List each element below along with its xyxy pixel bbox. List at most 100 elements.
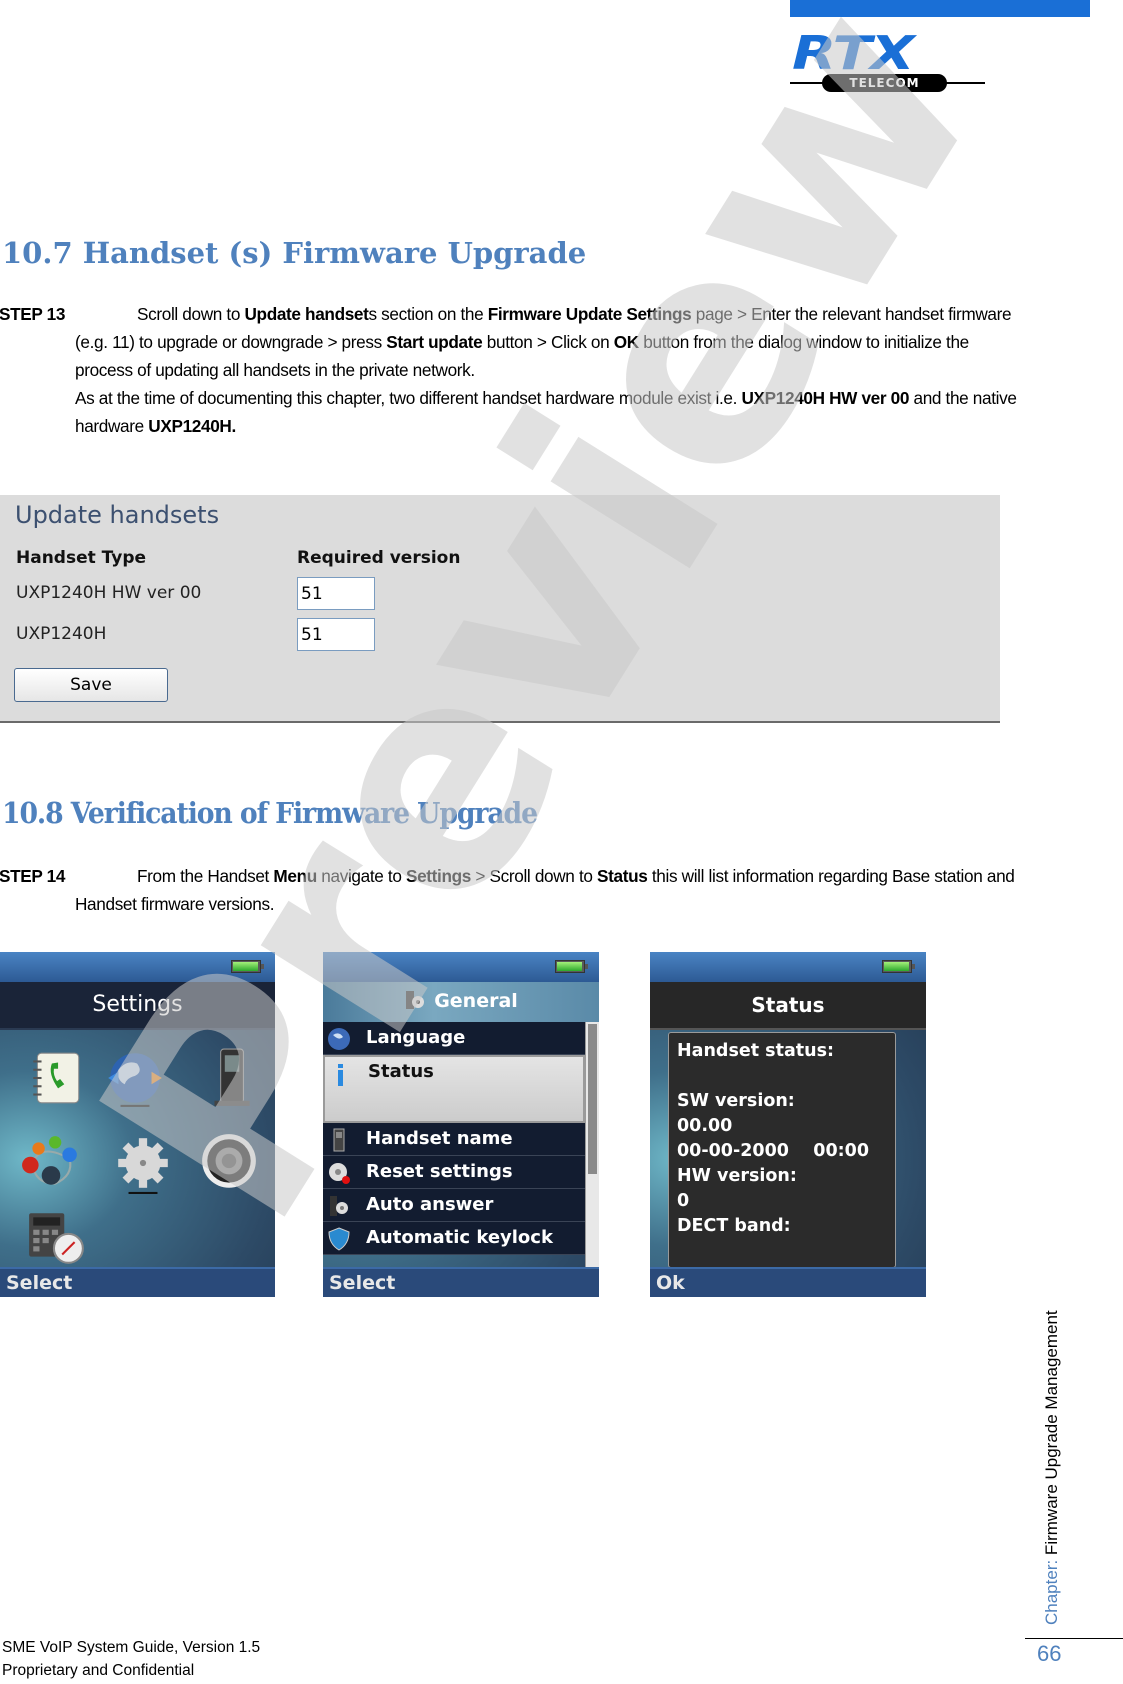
page-footer: SME VoIP System Guide, Version 1.5 Propr… <box>2 1636 260 1682</box>
softkey-ok[interactable]: Ok <box>650 1267 926 1297</box>
status-line <box>677 1064 887 1089</box>
menu-item-handset-name[interactable]: Handset name <box>323 1123 585 1156</box>
column-header-handset-type: Handset Type <box>16 548 147 568</box>
bold-term: Update handset <box>244 304 369 324</box>
section-heading-10-8: 10.8 Verification of Firmware Upgrade <box>2 796 538 830</box>
screen-title: Status <box>650 982 926 1030</box>
text-run: s section on the <box>368 304 488 324</box>
handset-icon <box>333 1128 345 1152</box>
menu-item-reset-settings[interactable]: Reset settings <box>323 1156 585 1189</box>
menu-item-status[interactable]: Status <box>323 1055 585 1123</box>
gear-icon[interactable] <box>112 1132 174 1194</box>
phone-screen-settings: Settings Select <box>0 952 275 1297</box>
general-settings-icon <box>404 986 426 1009</box>
logo-telecom-text: TELECOM <box>822 74 947 92</box>
status-line: DECT band: <box>677 1216 791 1236</box>
battery-level <box>884 962 909 971</box>
menu-item-language[interactable]: Language <box>323 1022 585 1055</box>
save-button[interactable]: Save <box>14 668 168 702</box>
column-header-required-version: Required version <box>297 548 461 568</box>
bold-term: Menu <box>273 866 317 886</box>
handset-status-box: Handset status: SW version: 00.00 00-00-… <box>668 1032 896 1268</box>
battery-icon <box>231 960 264 973</box>
panel-title: Update handsets <box>15 501 220 529</box>
menu-scrollbar[interactable] <box>585 1022 599 1268</box>
step-note: As at the time of documenting this chapt… <box>75 384 1017 440</box>
auto-answer-icon <box>330 1196 348 1216</box>
status-bar <box>323 952 599 982</box>
step-13: STEP 13 Scroll down to Update handsets se… <box>0 300 1017 440</box>
phone-screen-general: General Language Status Handset name Res… <box>323 952 599 1297</box>
text-run: button > Click on <box>482 332 614 352</box>
step-label: STEP 13 <box>0 304 66 324</box>
softkey-select[interactable]: Select <box>0 1267 275 1297</box>
chapter-key: Chapter: <box>1042 1555 1061 1625</box>
text-run: > Scroll down to <box>470 866 597 886</box>
battery-level <box>557 962 582 971</box>
step-14: STEP 14 From the Handset Menu navigate to… <box>0 862 1017 918</box>
footer-doc-title: SME VoIP System Guide, Version 1.5 <box>2 1639 261 1656</box>
menu-item-label: Auto answer <box>366 1194 494 1215</box>
menu-item-label: Automatic keylock <box>366 1227 553 1248</box>
step-text: Scroll down to Update handsets section o… <box>75 304 1012 380</box>
softkey-select[interactable]: Select <box>323 1267 599 1297</box>
page-number-rule <box>1025 1638 1123 1639</box>
bold-term: UXP1240H. <box>148 416 236 436</box>
footer-confidential: Proprietary and Confidential <box>2 1662 195 1679</box>
status-line: 00.00 <box>677 1116 733 1136</box>
screen-title: General <box>323 982 599 1022</box>
bold-term: Settings <box>405 866 471 886</box>
shield-icon <box>328 1227 350 1251</box>
speaker-icon[interactable] <box>198 1132 260 1194</box>
text-run: From the Handset <box>137 866 274 886</box>
menu-item-auto-answer[interactable]: Auto answer <box>323 1189 585 1222</box>
calculator-timer-icon[interactable] <box>25 1207 87 1269</box>
bold-term: Status <box>597 866 648 886</box>
step-label: STEP 14 <box>0 866 66 886</box>
battery-level <box>233 962 258 971</box>
required-version-input[interactable] <box>297 618 375 651</box>
status-bar <box>650 952 926 982</box>
scrollbar-thumb[interactable] <box>588 1024 597 1174</box>
general-menu: Language Status Handset name Reset setti… <box>323 1022 585 1255</box>
bold-term: OK <box>613 332 639 352</box>
globe-icon <box>328 1028 350 1050</box>
status-bar <box>0 952 275 982</box>
required-version-input[interactable] <box>297 577 375 610</box>
network-icon[interactable] <box>20 1132 82 1194</box>
status-line: HW version: <box>677 1166 797 1186</box>
chapter-title: Firmware Upgrade Management <box>1042 1310 1061 1556</box>
menu-item-label: Handset name <box>366 1128 513 1149</box>
text-run: navigate to <box>316 866 406 886</box>
bold-term: UXP1240H HW ver 00 <box>741 388 910 408</box>
phone-screen-status: Status Handset status: SW version: 00.00… <box>650 952 926 1297</box>
menu-item-automatic-keylock[interactable]: Automatic keylock <box>323 1222 585 1255</box>
header-accent-bar <box>790 0 1090 17</box>
screen-title: Settings <box>0 982 275 1030</box>
handset-type-label: UXP1240H <box>16 624 107 644</box>
globe-icon[interactable] <box>104 1047 166 1109</box>
screen-title-text: General <box>434 990 518 1012</box>
bold-term: Firmware Update Settings <box>487 304 692 324</box>
rtx-telecom-logo: RTX TELECOM <box>790 30 990 94</box>
status-line: 00-00-2000 00:00 <box>677 1141 870 1161</box>
handset-type-label: UXP1240H HW ver 00 <box>16 583 202 603</box>
status-line: 0 <box>677 1191 690 1211</box>
page-number: 66 <box>1037 1641 1062 1666</box>
reset-gear-icon <box>329 1163 350 1184</box>
battery-icon <box>882 960 915 973</box>
text-run: Scroll down to <box>137 304 245 324</box>
menu-item-label: Status <box>368 1061 434 1082</box>
menu-item-label: Reset settings <box>366 1161 513 1182</box>
menu-item-label: Language <box>366 1027 466 1048</box>
status-line: SW version: <box>677 1091 795 1111</box>
logo-rtx-text: RTX <box>792 26 915 80</box>
battery-icon <box>555 960 588 973</box>
phonebook-icon[interactable] <box>25 1047 87 1109</box>
info-icon <box>338 1064 343 1086</box>
section-heading-10-7: 10.7 Handset (s) Firmware Upgrade <box>2 236 587 270</box>
handset-icon[interactable] <box>200 1047 262 1109</box>
step-text: From the Handset Menu navigate to Settin… <box>75 866 1015 914</box>
bold-term: Start update <box>386 332 483 352</box>
status-line: Handset status: <box>677 1041 835 1061</box>
